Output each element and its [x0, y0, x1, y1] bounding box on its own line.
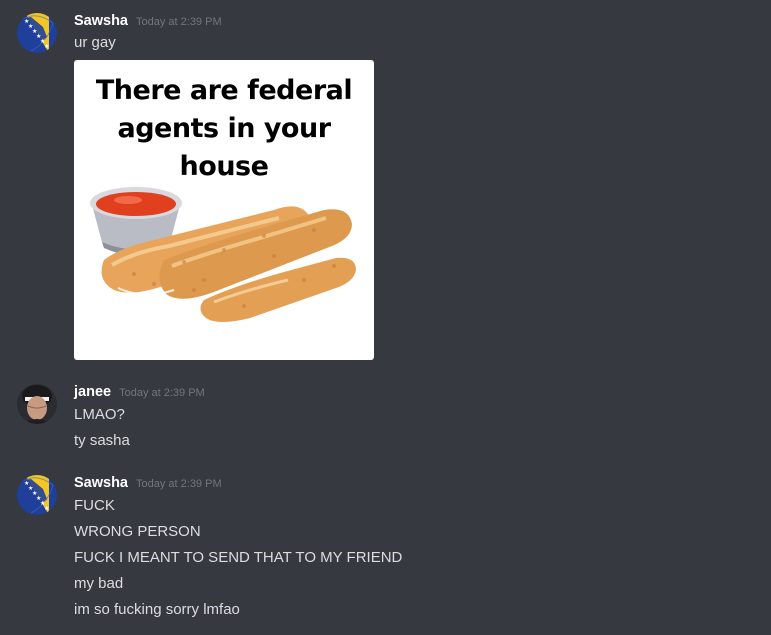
timestamp: Today at 2:39 PM — [119, 387, 205, 399]
bosnian-flag-icon: ★ ★ ★ ★ ★ ★ — [17, 475, 57, 515]
avatar[interactable] — [17, 384, 57, 424]
message-text: FUCK — [74, 497, 115, 514]
mozzarella-sticks-illustration — [90, 187, 356, 322]
person-photo-icon — [17, 384, 57, 424]
svg-text:★: ★ — [44, 505, 49, 512]
message-header: janee Today at 2:39 PM — [74, 384, 205, 404]
bosnian-flag-icon: ★ ★ ★ ★ ★ ★ — [17, 13, 57, 53]
username[interactable]: janee — [74, 384, 111, 400]
message-text: my bad — [74, 575, 124, 592]
username[interactable]: Sawsha — [74, 13, 128, 29]
message-text: WRONG PERSON — [74, 523, 201, 540]
message-text: FUCK I MEANT TO SEND THAT TO MY FRIEND — [74, 549, 403, 566]
timestamp: Today at 2:39 PM — [136, 16, 222, 28]
image-attachment[interactable]: There are federal agents in your house — [74, 60, 374, 360]
avatar[interactable]: ★ ★ ★ ★ ★ ★ — [17, 475, 57, 515]
avatar[interactable]: ★ ★ ★ ★ ★ ★ — [17, 13, 57, 53]
message-text: ur gay — [74, 34, 116, 51]
message-text: LMAO? — [74, 406, 125, 423]
chat-message-list: ★ ★ ★ ★ ★ ★ Sawsha Today at 2:39 PM ur g… — [0, 0, 771, 635]
message-text: ty sasha — [74, 432, 130, 449]
username[interactable]: Sawsha — [74, 475, 128, 491]
message-text: im so fucking sorry lmfao — [74, 601, 240, 618]
message-header: Sawsha Today at 2:39 PM — [74, 13, 222, 33]
message-header: Sawsha Today at 2:39 PM — [74, 475, 222, 495]
timestamp: Today at 2:39 PM — [136, 478, 222, 490]
svg-text:★: ★ — [44, 43, 49, 50]
